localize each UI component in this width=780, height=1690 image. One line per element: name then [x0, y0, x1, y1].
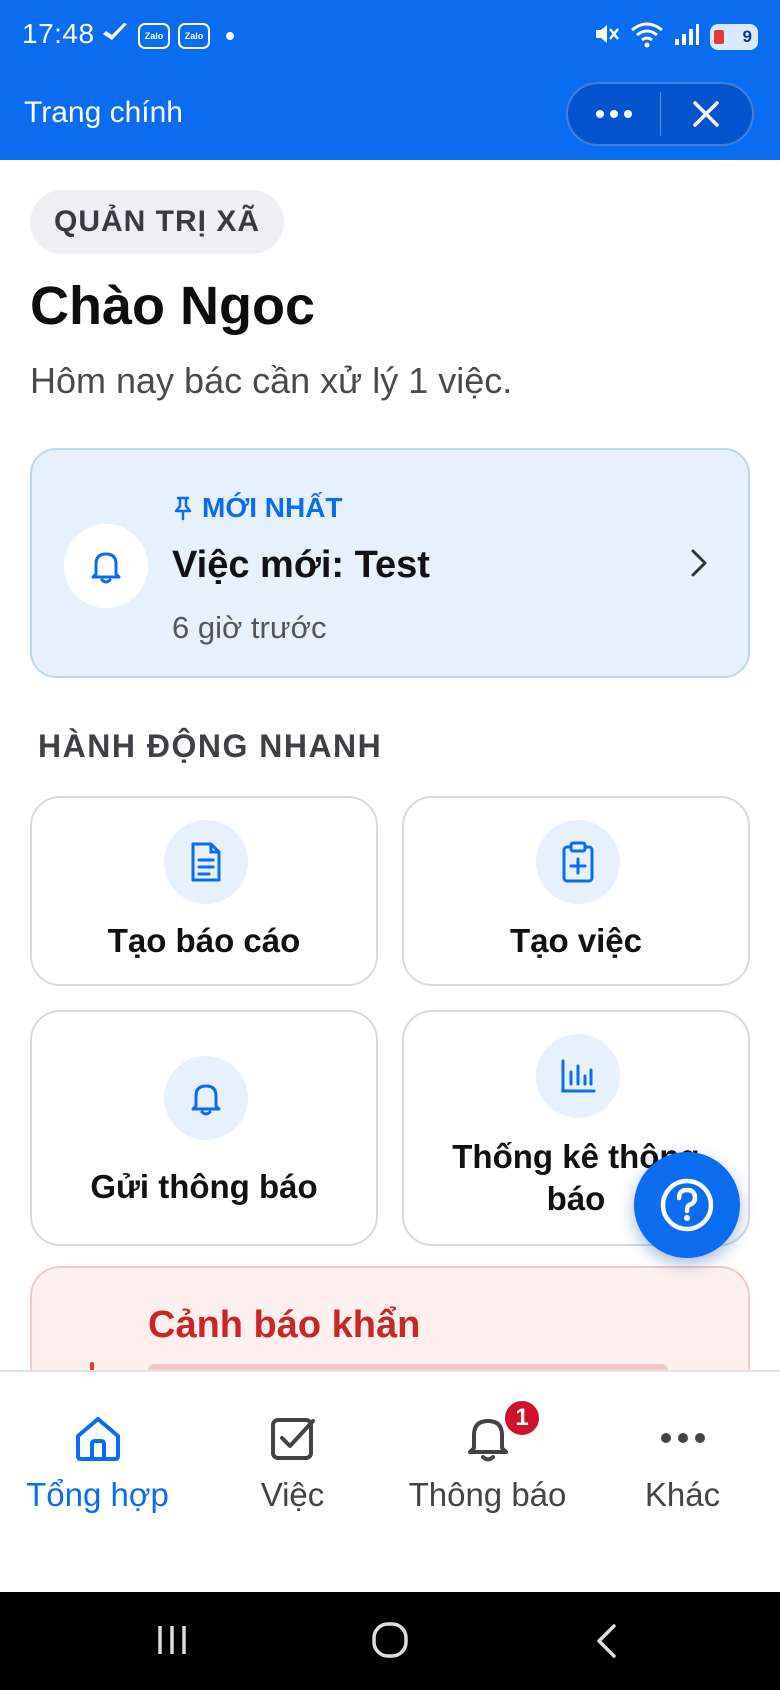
system-navigation-bar: [0, 1592, 780, 1690]
create-task-label: Tạo việc: [509, 922, 643, 959]
latest-task-card[interactable]: MỚI NHẤT Việc mới: Test 6 giờ trước: [30, 448, 750, 678]
urgent-alert-title: Cảnh báo khẩn: [148, 1304, 421, 1346]
mute-icon: [592, 20, 620, 53]
latest-bell-icon: [64, 524, 148, 608]
create-report-button[interactable]: Tạo báo cáo: [30, 796, 378, 986]
greeting-heading: Chào Ngoc: [30, 276, 316, 336]
page-title: Trang chính: [24, 96, 183, 129]
nav-label: Tổng hợp: [26, 1476, 169, 1513]
create-task-button[interactable]: Tạo việc: [402, 796, 750, 986]
latest-tag-label: MỚI NHẤT: [202, 492, 343, 523]
status-time: 17:48: [22, 18, 95, 49]
create-report-label: Tạo báo cáo: [107, 922, 301, 959]
nav-label: Thông báo: [408, 1476, 567, 1513]
back-button[interactable]: [592, 1622, 622, 1665]
notification-count-badge: 1: [502, 1398, 542, 1438]
latest-tag: MỚI NHẤT: [172, 492, 343, 524]
chevron-right-icon: [688, 546, 710, 585]
close-button[interactable]: [661, 84, 753, 144]
send-notification-button[interactable]: Gửi thông báo: [30, 1010, 378, 1246]
nav-thong-bao[interactable]: 1 Thông báo: [390, 1398, 585, 1514]
battery-level: 9: [742, 26, 752, 46]
notification-icons: Zalo Zalo: [100, 20, 234, 51]
status-bar: 17:48 Zalo Zalo 9: [0, 0, 780, 74]
help-button[interactable]: [634, 1152, 740, 1258]
urgent-alert-card[interactable]: Cảnh báo khẩn: [30, 1266, 750, 1370]
bar-chart-icon: [536, 1034, 620, 1118]
close-icon: [693, 101, 719, 127]
bell-icon: 1: [390, 1398, 585, 1468]
document-icon: [164, 820, 248, 904]
role-chip: QUẢN TRỊ XÃ: [30, 190, 284, 254]
signal-icon: [674, 21, 700, 52]
more-icon: [585, 1408, 780, 1468]
nav-label: Việc: [260, 1476, 325, 1513]
task-summary: Hôm nay bác cần xử lý 1 việc.: [30, 360, 513, 401]
bell-icon: [164, 1056, 248, 1140]
pin-icon: [174, 496, 192, 521]
home-circle-icon: [372, 1622, 408, 1658]
nav-viec[interactable]: Việc: [195, 1408, 390, 1514]
recent-apps-button[interactable]: [154, 1622, 190, 1663]
back-icon: [597, 1624, 616, 1658]
home-button[interactable]: [370, 1620, 410, 1665]
wifi-icon: [630, 20, 664, 53]
bottom-navigation: Tổng hợp Việc 1 Thông báo Khác: [0, 1370, 780, 1592]
main-content: QUẢN TRỊ XÃ Chào Ngoc Hôm nay bác cần xử…: [0, 160, 780, 1370]
ellipsis-icon: [595, 110, 632, 118]
zalo-icon: Zalo: [138, 22, 170, 49]
top-app-bar: 17:48 Zalo Zalo 9 Trang chính: [0, 0, 780, 160]
help-icon: [660, 1178, 714, 1232]
mini-app-capsule: [566, 82, 754, 146]
battery-icon: 9: [710, 23, 758, 50]
nav-label: Khác: [644, 1476, 721, 1513]
recents-icon: [158, 1626, 186, 1654]
zalo-icon: Zalo: [178, 22, 210, 49]
home-icon: [0, 1408, 195, 1468]
latest-task-time: 6 giờ trước: [172, 610, 327, 645]
clipboard-plus-icon: [536, 820, 620, 904]
nav-khac[interactable]: Khác: [585, 1408, 780, 1514]
quick-actions-heading: HÀNH ĐỘNG NHANH: [38, 728, 383, 764]
messenger-icon: [100, 20, 130, 51]
alert-siren-icon: [62, 1358, 122, 1370]
send-notification-label: Gửi thông báo: [90, 1168, 318, 1205]
more-options-button[interactable]: [568, 84, 660, 144]
latest-task-title: Việc mới: Test: [172, 544, 430, 586]
checkbox-icon: [195, 1408, 390, 1468]
nav-tong-hop[interactable]: Tổng hợp: [0, 1408, 195, 1514]
system-icons: 9: [592, 20, 758, 53]
more-notifications-dot: [226, 31, 234, 40]
